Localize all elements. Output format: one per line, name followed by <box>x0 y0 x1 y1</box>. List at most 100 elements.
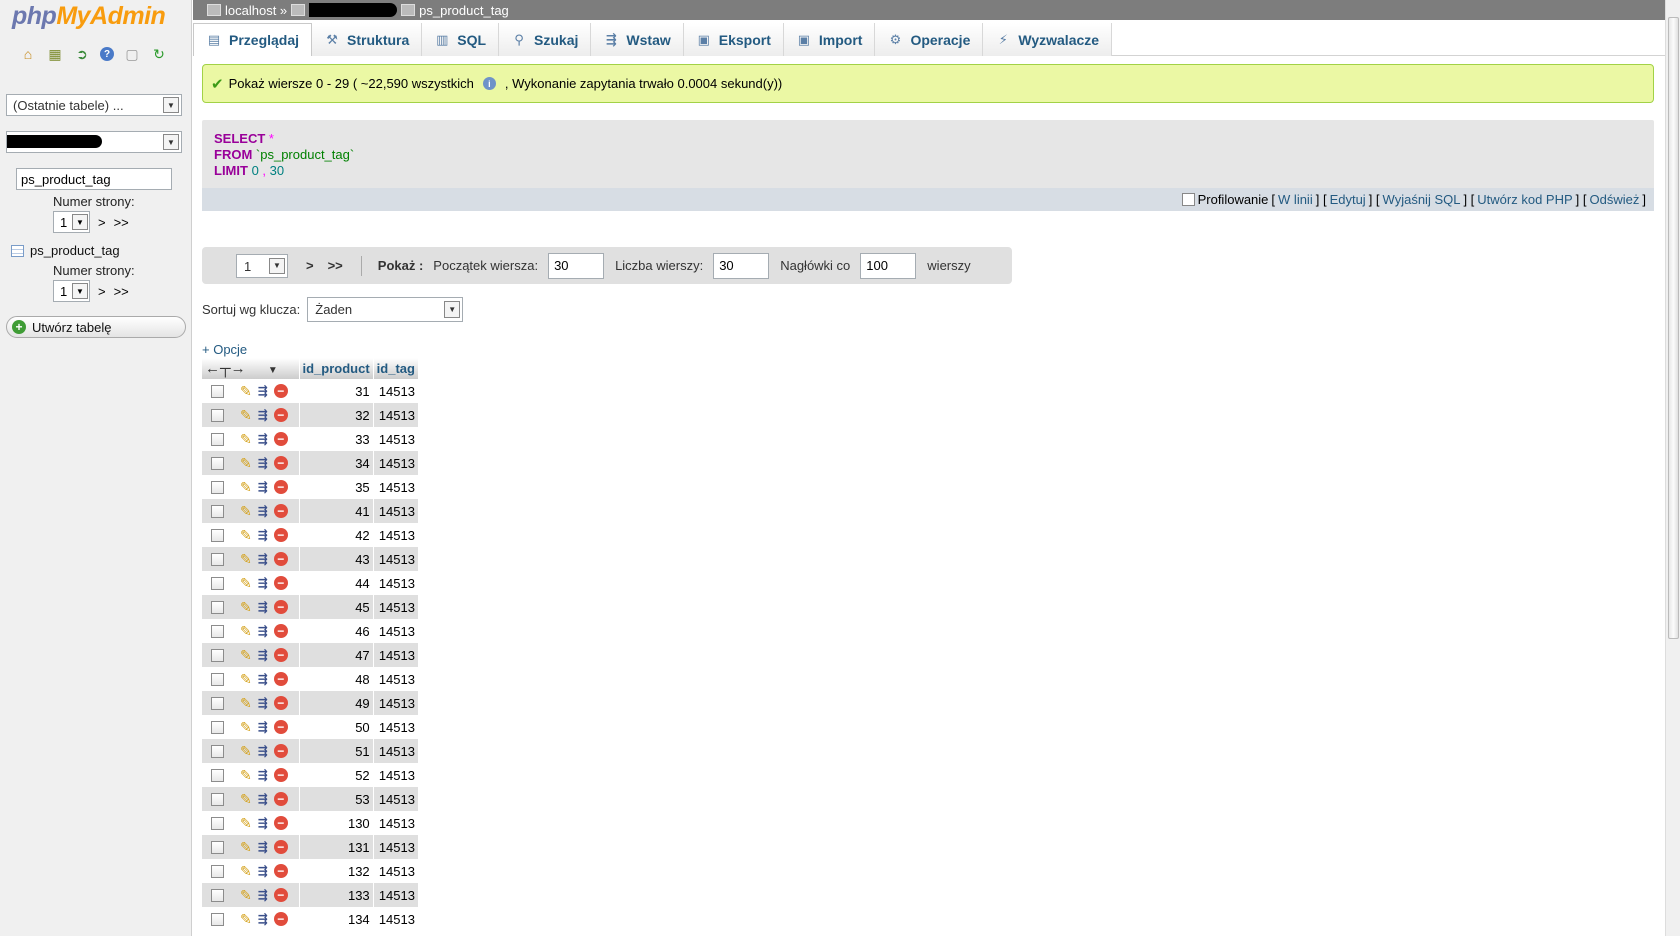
last-page-link[interactable]: >> <box>114 284 129 299</box>
next-page-button[interactable]: > <box>306 258 314 273</box>
copy-icon[interactable]: ⇶ <box>258 648 268 662</box>
copy-icon[interactable]: ⇶ <box>258 792 268 806</box>
cell-id-product[interactable]: 131 <box>299 835 374 859</box>
table-row[interactable]: ✎ ⇶ −53 14513 <box>202 787 419 811</box>
edit-icon[interactable]: ✎ <box>240 839 252 856</box>
cell-id-product[interactable]: 130 <box>299 811 374 835</box>
cell-id-tag[interactable]: 14513 <box>373 691 419 715</box>
cell-id-product[interactable]: 44 <box>299 571 374 595</box>
cell-id-product[interactable]: 52 <box>299 763 374 787</box>
resize-arrows-icon[interactable]: ←┬→ <box>205 360 246 377</box>
delete-icon[interactable]: − <box>273 864 288 878</box>
delete-icon[interactable]: − <box>273 792 288 806</box>
copy-icon[interactable]: ⇶ <box>258 504 268 518</box>
table-row[interactable]: ✎ ⇶ −131 14513 <box>202 835 419 859</box>
cell-id-tag[interactable]: 14513 <box>373 499 419 523</box>
table-row[interactable]: ✎ ⇶ −35 14513 <box>202 475 419 499</box>
explain-sql-link[interactable]: Wyjaśnij SQL <box>1383 192 1461 207</box>
delete-icon[interactable]: − <box>273 432 288 446</box>
copy-icon[interactable]: ⇶ <box>258 720 268 734</box>
row-checkbox[interactable] <box>211 576 224 590</box>
sql-keyword[interactable]: LIMIT <box>214 163 248 178</box>
cell-id-product[interactable]: 48 <box>299 667 374 691</box>
page-select[interactable]: 1 ▼ <box>53 211 90 233</box>
copy-icon[interactable]: ⇶ <box>258 696 268 710</box>
copy-icon[interactable]: ⇶ <box>258 384 268 398</box>
redacted-database-name[interactable] <box>309 3 398 17</box>
table-row[interactable]: ✎ ⇶ −130 14513 <box>202 811 419 835</box>
tab-export[interactable]: ▣ Eksport <box>683 23 784 56</box>
row-checkbox[interactable] <box>211 792 224 806</box>
row-count-input[interactable] <box>713 252 770 279</box>
create-table-button[interactable]: + Utwórz tabelę <box>6 316 186 338</box>
edit-icon[interactable]: ✎ <box>240 767 252 784</box>
delete-icon[interactable]: − <box>273 912 288 926</box>
delete-icon[interactable]: − <box>273 408 288 422</box>
tab-import[interactable]: ▣ Import <box>783 23 876 56</box>
copy-icon[interactable]: ⇶ <box>258 816 268 830</box>
row-checkbox[interactable] <box>211 624 224 638</box>
copy-icon[interactable]: ⇶ <box>258 888 268 902</box>
delete-icon[interactable]: − <box>273 768 288 782</box>
copy-icon[interactable]: ⇶ <box>258 480 268 494</box>
copy-icon[interactable]: ⇶ <box>258 744 268 758</box>
cell-id-product[interactable]: 51 <box>299 739 374 763</box>
tab-triggers[interactable]: ⚡ Wyzwalacze <box>983 23 1113 56</box>
next-page-link[interactable]: > <box>98 284 106 299</box>
cell-id-tag[interactable]: 14513 <box>373 427 419 451</box>
delete-icon[interactable]: − <box>273 480 288 494</box>
row-checkbox[interactable] <box>211 672 224 686</box>
copy-icon[interactable]: ⇶ <box>258 840 268 854</box>
cell-id-tag[interactable]: 14513 <box>373 739 419 763</box>
cell-id-product[interactable]: 46 <box>299 619 374 643</box>
database-select[interactable]: ▼ <box>6 131 182 153</box>
delete-icon[interactable]: − <box>273 840 288 854</box>
next-page-link[interactable]: > <box>98 215 106 230</box>
options-link[interactable]: + Opcje <box>202 342 247 357</box>
reload-icon[interactable]: ↻ <box>150 45 168 63</box>
cell-id-tag[interactable]: 14513 <box>373 835 419 859</box>
cell-id-product[interactable]: 32 <box>299 403 374 427</box>
edit-icon[interactable]: ✎ <box>240 431 252 448</box>
copy-icon[interactable]: ⇶ <box>258 864 268 878</box>
row-checkbox[interactable] <box>211 648 224 662</box>
copy-icon[interactable]: ⇶ <box>258 432 268 446</box>
table-row[interactable]: ✎ ⇶ −48 14513 <box>202 667 419 691</box>
delete-icon[interactable]: − <box>273 816 288 830</box>
cell-id-product[interactable]: 134 <box>299 907 374 931</box>
documentation-icon[interactable]: ▢ <box>123 45 141 63</box>
row-checkbox[interactable] <box>211 432 224 446</box>
cell-id-product[interactable]: 35 <box>299 475 374 499</box>
table-row[interactable]: ✎ ⇶ −32 14513 <box>202 403 419 427</box>
table-row[interactable]: ✎ ⇶ −42 14513 <box>202 523 419 547</box>
breadcrumb-table[interactable]: ps_product_tag <box>419 3 509 18</box>
cell-id-product[interactable]: 133 <box>299 883 374 907</box>
profiling-checkbox[interactable] <box>1181 193 1195 206</box>
edit-icon[interactable]: ✎ <box>240 743 252 760</box>
cell-id-tag[interactable]: 14513 <box>373 811 419 835</box>
table-row[interactable]: ✎ ⇶ −51 14513 <box>202 739 419 763</box>
info-icon[interactable]: i <box>482 77 496 90</box>
copy-icon[interactable]: ⇶ <box>258 456 268 470</box>
cell-id-product[interactable]: 34 <box>299 451 374 475</box>
breadcrumb-server[interactable]: localhost » <box>225 3 287 18</box>
edit-icon[interactable]: ✎ <box>240 575 252 592</box>
copy-icon[interactable]: ⇶ <box>258 528 268 542</box>
help-icon[interactable]: ? <box>100 47 114 61</box>
cell-id-tag[interactable]: 14513 <box>373 547 419 571</box>
row-checkbox[interactable] <box>211 864 224 878</box>
cell-id-tag[interactable]: 14513 <box>373 667 419 691</box>
cell-id-tag[interactable]: 14513 <box>373 619 419 643</box>
cell-id-tag[interactable]: 14513 <box>373 763 419 787</box>
cell-id-tag[interactable]: 14513 <box>373 571 419 595</box>
edit-icon[interactable]: ✎ <box>240 671 252 688</box>
row-checkbox[interactable] <box>211 384 224 398</box>
table-row[interactable]: ✎ ⇶ −49 14513 <box>202 691 419 715</box>
cell-id-tag[interactable]: 14513 <box>373 403 419 427</box>
row-checkbox[interactable] <box>211 696 224 710</box>
sql-query-icon[interactable]: ➲ <box>73 45 91 63</box>
row-checkbox[interactable] <box>211 840 224 854</box>
edit-icon[interactable]: ✎ <box>240 455 252 472</box>
page-select[interactable]: 1 ▼ <box>53 280 90 302</box>
edit-icon[interactable]: ✎ <box>240 647 252 664</box>
